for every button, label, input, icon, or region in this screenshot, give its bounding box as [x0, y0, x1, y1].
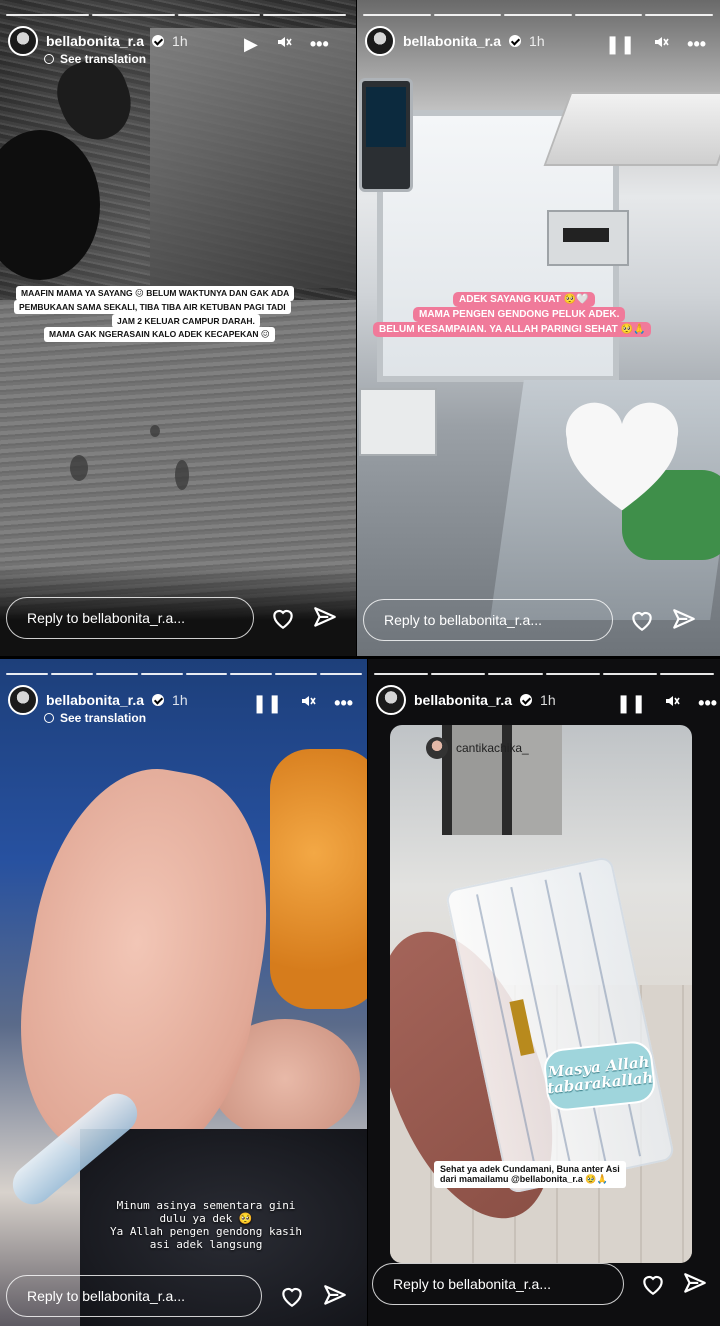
- verified-badge-icon: [152, 35, 165, 47]
- reply-input[interactable]: Reply to bellabonita_r.a...: [6, 1275, 262, 1317]
- story-controls: ❚❚ •••: [616, 693, 717, 714]
- story-image-device: [547, 210, 629, 266]
- avatar[interactable]: [365, 26, 395, 56]
- verified-badge-icon: [520, 694, 533, 706]
- story-image-stain: [150, 425, 160, 437]
- translate-icon: [44, 713, 54, 723]
- story-image-stain: [70, 455, 88, 481]
- caption-line: Sehat ya adek Cundamani, Buna anter Asi: [440, 1164, 620, 1174]
- mention-header[interactable]: cantikachika_: [426, 737, 529, 759]
- send-icon[interactable]: [671, 607, 697, 633]
- translate-icon: [44, 54, 54, 64]
- post-time: 1h: [529, 33, 545, 49]
- reply-input[interactable]: Reply to bellabonita_r.a...: [6, 597, 254, 639]
- story-caption-line: PEMBUKAAN SAMA SEKALI, TIBA TIBA AIR KET…: [14, 300, 291, 314]
- heart-icon[interactable]: [270, 605, 296, 631]
- avatar[interactable]: [8, 685, 38, 715]
- story-image-warmer-lamp: [543, 92, 720, 166]
- post-time: 1h: [172, 33, 188, 49]
- reshared-story-card[interactable]: cantikachika_ Masya Allah tabarakallah S…: [390, 725, 692, 1263]
- story-image-orange-cloth: [270, 749, 367, 1009]
- heart-sticker-icon: [562, 400, 682, 520]
- story-panel-3[interactable]: bellabonita_r.a 1h ❚❚ ••• See translatio…: [0, 659, 367, 1326]
- story-caption: Sehat ya adek Cundamani, Buna anter Asi …: [434, 1161, 626, 1188]
- more-icon[interactable]: •••: [698, 693, 717, 714]
- story-progress-bar: [363, 14, 713, 16]
- mute-icon[interactable]: [664, 693, 680, 714]
- username[interactable]: bellabonita_r.a: [414, 692, 512, 708]
- avatar[interactable]: [8, 26, 38, 56]
- mute-icon[interactable]: [653, 34, 669, 55]
- heart-icon[interactable]: [629, 607, 655, 633]
- avatar[interactable]: [426, 737, 448, 759]
- story-caption-line: MAAFIN MAMA YA SAYANG 😖 BELUM WAKTUNYA D…: [16, 286, 295, 301]
- username[interactable]: bellabonita_r.a: [46, 692, 144, 708]
- story-panel-2[interactable]: bellabonita_r.a 1h ❚❚ ••• ADEK SAYANG KU…: [357, 0, 720, 656]
- more-icon[interactable]: •••: [310, 34, 329, 55]
- send-icon[interactable]: [322, 1283, 348, 1309]
- see-translation-label: See translation: [60, 711, 147, 725]
- more-icon[interactable]: •••: [334, 693, 353, 714]
- see-translation-link[interactable]: See translation: [44, 711, 146, 725]
- username[interactable]: bellabonita_r.a: [403, 33, 501, 49]
- story-header[interactable]: bellabonita_r.a 1h: [376, 685, 556, 715]
- heart-icon[interactable]: [279, 1283, 305, 1309]
- story-controls: ❚❚ •••: [605, 34, 706, 55]
- story-progress-bar: [374, 673, 715, 675]
- caption-line: dari mamailamu @bellabonita_r.a 🥹🙏: [440, 1174, 608, 1184]
- play-icon[interactable]: ▶: [244, 34, 258, 55]
- pause-icon[interactable]: ❚❚: [252, 693, 282, 714]
- story-image-monitor: [359, 78, 413, 192]
- pause-icon[interactable]: ❚❚: [605, 34, 635, 55]
- see-translation-label: See translation: [60, 52, 147, 66]
- verified-badge-icon: [152, 694, 165, 706]
- see-translation-link[interactable]: See translation: [44, 52, 146, 66]
- reply-input[interactable]: Reply to bellabonita_r.a...: [363, 599, 613, 641]
- mute-icon[interactable]: [276, 34, 292, 55]
- send-icon[interactable]: [682, 1271, 708, 1297]
- story-controls: ❚❚ •••: [252, 693, 353, 714]
- story-caption-line: JAM 2 KELUAR CAMPUR DARAH.: [112, 314, 260, 328]
- story-caption-line: MAMA PENGEN GENDONG PELUK ADEK.: [413, 307, 626, 322]
- story-header[interactable]: bellabonita_r.a 1h: [365, 26, 545, 56]
- story-panel-1[interactable]: bellabonita_r.a 1h ▶ ••• See translation…: [0, 0, 356, 656]
- verified-badge-icon: [509, 35, 522, 47]
- more-icon[interactable]: •••: [687, 34, 706, 55]
- story-caption: Minum asinya sementara gini dulu ya dek …: [110, 1199, 303, 1251]
- story-image-stain: [175, 460, 189, 490]
- post-time: 1h: [172, 692, 188, 708]
- send-icon[interactable]: [312, 605, 338, 631]
- story-caption-line: ADEK SAYANG KUAT 🥺🤍: [453, 292, 595, 307]
- story-panel-4[interactable]: cantikachika_ Masya Allah tabarakallah S…: [368, 659, 720, 1326]
- story-image-ventilator: [359, 388, 437, 456]
- story-image-floor-patch: [150, 28, 356, 288]
- mention-username[interactable]: cantikachika_: [456, 741, 529, 755]
- story-progress-bar: [6, 673, 362, 675]
- story-caption-line: BELUM KESAMPAIAN. YA ALLAH PARINGI SEHAT…: [373, 322, 652, 337]
- pause-icon[interactable]: ❚❚: [616, 693, 646, 714]
- heart-icon[interactable]: [640, 1271, 666, 1297]
- mute-icon[interactable]: [300, 693, 316, 714]
- story-caption-line: MAMA GAK NGERASAIN KALO ADEK KECAPEKAN 😖: [44, 327, 275, 342]
- reply-input[interactable]: Reply to bellabonita_r.a...: [372, 1263, 624, 1305]
- post-time: 1h: [540, 692, 556, 708]
- avatar[interactable]: [376, 685, 406, 715]
- username[interactable]: bellabonita_r.a: [46, 33, 144, 49]
- story-progress-bar: [6, 14, 346, 16]
- text-sticker: Masya Allah tabarakallah: [542, 1039, 657, 1113]
- story-controls: ▶ •••: [244, 34, 329, 55]
